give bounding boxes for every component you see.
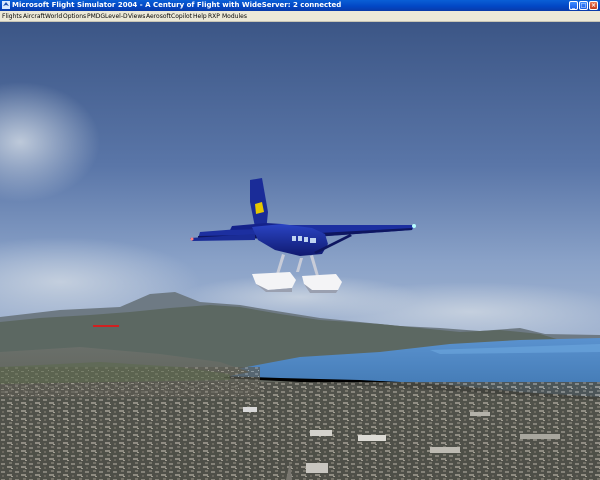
menu-views[interactable]: Views — [128, 11, 145, 22]
window-title: Microsoft Flight Simulator 2004 - A Cent… — [12, 1, 342, 9]
window-title-bar[interactable]: Microsoft Flight Simulator 2004 - A Cent… — [0, 0, 600, 11]
maximize-button[interactable]: □ — [579, 1, 588, 10]
building — [520, 434, 560, 439]
app-icon — [2, 1, 10, 9]
menu-flights[interactable]: Flights — [2, 11, 22, 22]
menu-modules[interactable]: Modules — [222, 11, 247, 22]
minimize-button[interactable]: _ — [569, 1, 578, 10]
menu-aerosoft[interactable]: Aerosoft — [146, 11, 171, 22]
building — [243, 407, 257, 412]
building — [310, 430, 332, 436]
building — [430, 447, 460, 453]
simulator-viewport[interactable] — [0, 22, 600, 480]
menu-level-d[interactable]: Level-D — [105, 11, 128, 22]
maximize-icon: □ — [580, 2, 587, 9]
menu-copilot[interactable]: Copilot — [171, 11, 192, 22]
marker — [93, 325, 119, 327]
scene — [0, 22, 600, 480]
close-icon: × — [590, 2, 597, 9]
menu-options[interactable]: Options — [63, 11, 86, 22]
building — [470, 412, 490, 416]
menu-world[interactable]: World — [45, 11, 62, 22]
minimize-icon: _ — [572, 2, 575, 9]
menu-pmdg[interactable]: PMDG — [87, 11, 105, 22]
building — [358, 435, 386, 441]
menu-aircraft[interactable]: Aircraft — [23, 11, 45, 22]
menu-help[interactable]: Help — [193, 11, 207, 22]
menu-bar: Flights Aircraft World Options PMDG Leve… — [0, 11, 600, 22]
close-button[interactable]: × — [589, 1, 598, 10]
menu-rxp[interactable]: RXP — [208, 11, 220, 22]
building — [306, 463, 328, 473]
